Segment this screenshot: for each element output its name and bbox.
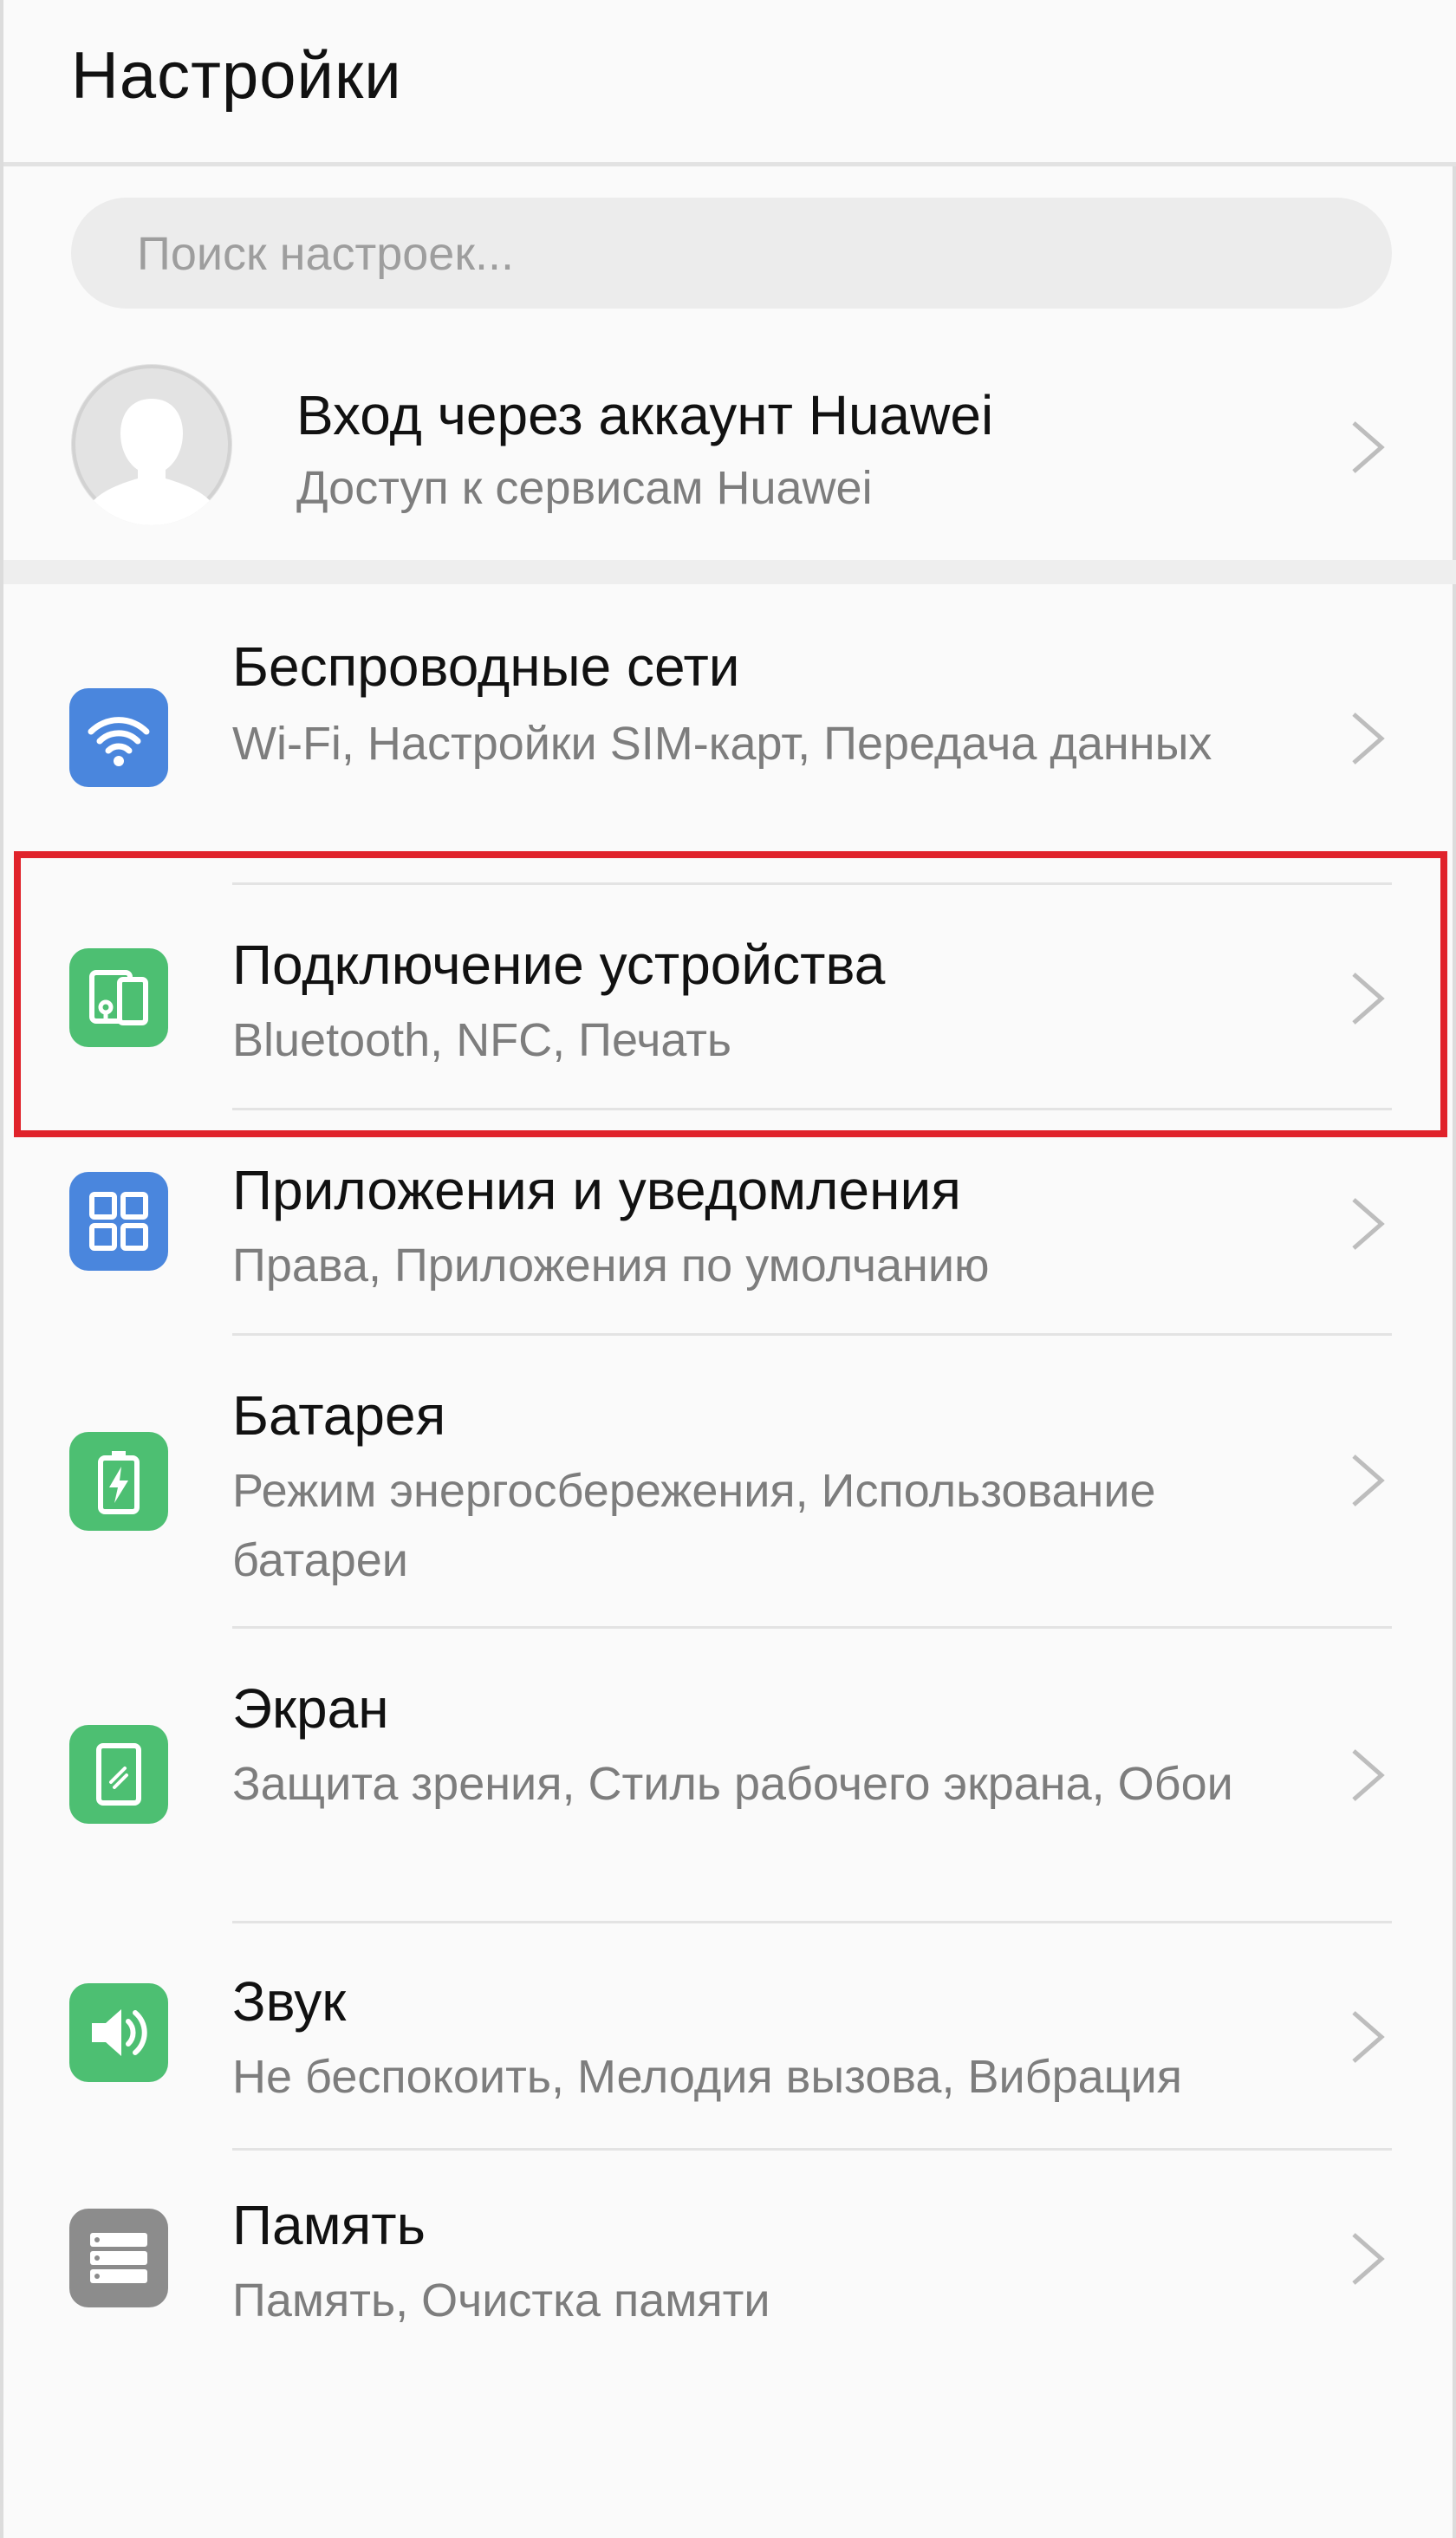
chevron-right-icon — [1352, 1454, 1385, 1507]
search-placeholder: Поиск настроек... — [137, 228, 514, 280]
item-title: Беспроводные сети — [232, 635, 740, 698]
item-title: Экран — [232, 1677, 389, 1740]
row-divider — [232, 1626, 1392, 1629]
item-subtitle: Защита зрения, Стиль рабочего экрана, Об… — [232, 1758, 1233, 1810]
sound-icon — [69, 1983, 168, 2082]
huawei-account-row[interactable]: Вход через аккаунт Huawei Доступ к серви… — [3, 347, 1456, 555]
item-title: Батарея — [232, 1384, 446, 1447]
settings-screen: Настройки Поиск настроек... Вход через а… — [0, 0, 1456, 2538]
page-title: Настройки — [71, 39, 402, 113]
chevron-right-icon — [1352, 421, 1385, 473]
item-subtitle: Права, Приложения по умолчанию — [232, 1240, 990, 1292]
highlight-box — [14, 851, 1447, 1137]
item-subtitle: Wi-Fi, Настройки SIM-карт, Передача данн… — [232, 718, 1212, 770]
item-subtitle: Не беспокоить, Мелодия вызова, Вибрация — [232, 2051, 1182, 2103]
apps-icon — [69, 1172, 168, 1271]
display-icon — [69, 1725, 168, 1824]
chevron-right-icon — [1352, 1198, 1385, 1250]
chevron-right-icon — [1352, 1749, 1385, 1801]
item-subtitle: Режим энергосбережения, Использование ба… — [232, 1465, 1156, 1586]
app-header: Настройки — [3, 0, 1456, 166]
avatar — [71, 364, 232, 525]
chevron-right-icon — [1352, 2011, 1385, 2063]
wifi-icon — [69, 688, 168, 787]
row-divider — [232, 2148, 1392, 2151]
item-title: Звук — [232, 1970, 347, 2033]
account-subtitle: Доступ к сервисам Huawei — [296, 462, 873, 514]
battery-icon — [69, 1432, 168, 1531]
chevron-right-icon — [1352, 2233, 1385, 2285]
item-title: Память — [232, 2194, 426, 2256]
row-divider — [232, 1921, 1392, 1923]
item-subtitle: Память, Очистка памяти — [232, 2274, 770, 2326]
account-title: Вход через аккаунт Huawei — [296, 384, 994, 446]
search-input[interactable]: Поиск настроек... — [71, 198, 1392, 309]
section-divider — [3, 560, 1456, 584]
item-title: Приложения и уведомления — [232, 1159, 961, 1221]
chevron-right-icon — [1352, 713, 1385, 765]
storage-icon — [69, 2209, 168, 2307]
row-divider — [232, 1333, 1392, 1336]
avatar-person-icon — [71, 364, 232, 525]
